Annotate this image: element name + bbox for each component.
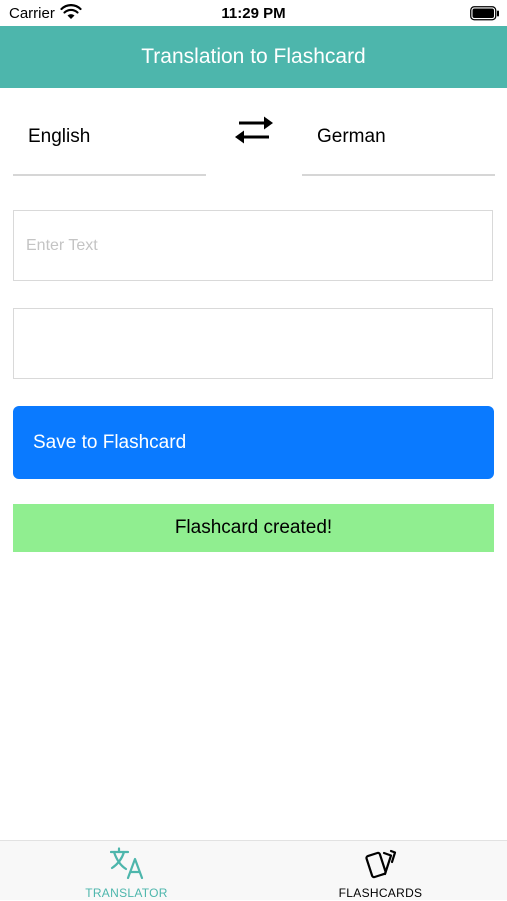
tab-translator[interactable]: TRANSLATOR (0, 841, 253, 901)
flashcards-icon (365, 849, 397, 879)
tab-flashcards[interactable]: FLASHCARDS (254, 841, 507, 901)
tab-bar: TRANSLATOR FLASHCARDS (0, 840, 507, 900)
save-to-flashcard-button[interactable]: Save to Flashcard (13, 406, 494, 479)
nav-bar: Translation to Flashcard (0, 26, 507, 88)
status-time: 11:29 PM (221, 5, 286, 22)
swap-arrows-icon[interactable] (233, 113, 275, 147)
status-message-banner: Flashcard created! (13, 504, 494, 552)
translation-output-box[interactable] (13, 308, 493, 379)
target-language-picker[interactable]: German (302, 108, 495, 176)
source-language-label: English (28, 126, 91, 147)
source-text-box (13, 210, 493, 281)
tab-flashcards-label: FLASHCARDS (338, 886, 423, 900)
source-text-input[interactable] (14, 211, 492, 280)
battery-icon (470, 6, 499, 21)
save-button-label: Save to Flashcard (33, 432, 187, 453)
source-language-picker[interactable]: English (13, 108, 206, 176)
page-title: Translation to Flashcard (141, 45, 366, 68)
translate-icon (110, 847, 144, 879)
tab-translator-label: TRANSLATOR (85, 886, 168, 900)
target-language-label: German (317, 126, 386, 147)
status-bar: Carrier 11:29 PM (0, 0, 507, 26)
